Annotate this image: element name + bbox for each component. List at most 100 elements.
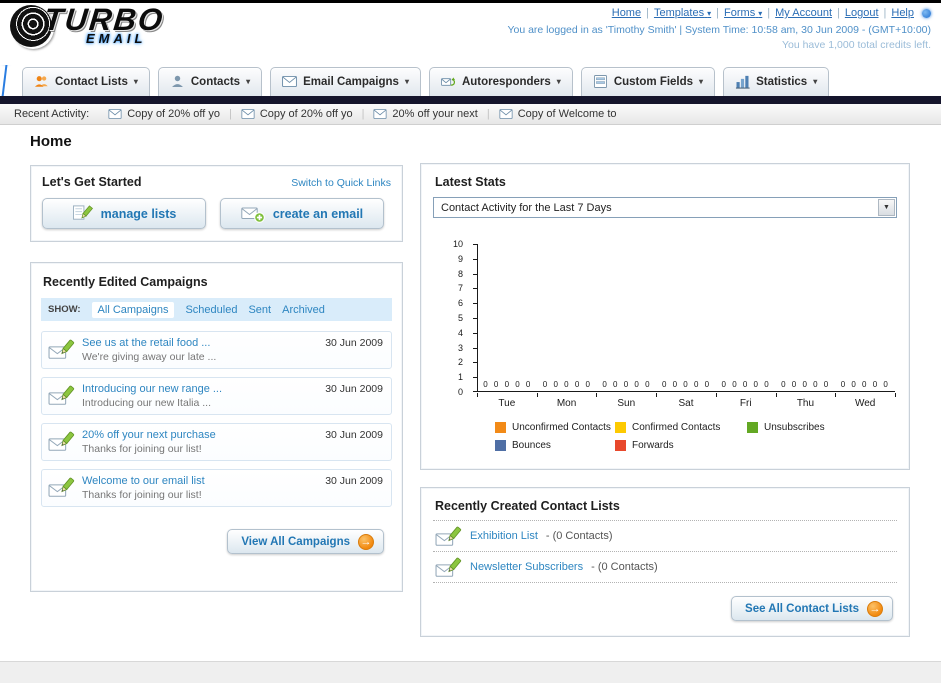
logo-title: TURBO [42, 2, 167, 37]
contact-list-count: - (0 Contacts) [545, 530, 613, 542]
campaign-title-link[interactable]: Welcome to our email list [82, 475, 318, 487]
link-my-account[interactable]: My Account [775, 7, 832, 19]
bar-value-labels: 0 0 0 0 0 [781, 380, 831, 389]
stats-period-select[interactable]: Contact Activity for the Last 7 Days ▼ [433, 197, 897, 218]
contact-activity-chart: 0 1 2 3 4 5 6 7 8 9 10 0 0 0 0 00 0 0 0 00 0 0 0 0… [433, 234, 897, 452]
arrow-right-icon: → [358, 533, 374, 550]
link-templates[interactable]: Templates ▾ [654, 7, 711, 19]
see-all-contact-lists-button[interactable]: See All Contact Lists → [731, 596, 893, 621]
campaign-title-link[interactable]: See us at the retail food ... [82, 337, 318, 349]
switch-quick-links-link[interactable]: Switch to Quick Links [291, 177, 391, 189]
bar-value-labels: 0 0 0 0 0 [840, 380, 890, 389]
link-help[interactable]: Help [891, 7, 914, 19]
nav-tab-contact-lists[interactable]: Contact Lists ▾ [22, 67, 150, 96]
link-forms[interactable]: Forms ▾ [724, 7, 762, 19]
view-all-campaigns-button[interactable]: View All Campaigns → [227, 529, 384, 554]
login-info: You are logged in as 'Timothy Smith' | S… [507, 24, 931, 36]
recent-activity-label: Recent Activity: [14, 108, 90, 120]
chart-category-column: 0 0 0 0 0 [657, 244, 717, 391]
envelope-icon [108, 109, 122, 119]
envelope-pencil-icon [48, 431, 75, 454]
campaign-title-link[interactable]: 20% off your next purchase [82, 429, 318, 441]
button-label: create an email [272, 206, 364, 221]
nav-tab-label: Contacts [190, 75, 241, 88]
recent-activity-text: Copy of 20% off yo [127, 108, 220, 120]
campaign-filter-tab-scheduled[interactable]: Scheduled [185, 304, 237, 316]
campaign-filter-tab-all[interactable]: All Campaigns [91, 301, 175, 318]
chevron-down-icon: ▾ [556, 77, 561, 86]
link-logout[interactable]: Logout [845, 7, 879, 19]
chart-category-column: 0 0 0 0 0 [835, 244, 895, 391]
recent-activity-item[interactable]: 20% off your next [364, 108, 486, 120]
contact-list-link[interactable]: Newsletter Subscribers [470, 561, 583, 573]
campaign-date: 30 Jun 2009 [325, 337, 383, 349]
contact-list-item[interactable]: Newsletter Subscribers - (0 Contacts) [433, 552, 897, 583]
get-started-title: Let's Get Started [42, 175, 142, 189]
campaign-row[interactable]: Welcome to our email list Thanks for joi… [41, 469, 392, 507]
campaign-date: 30 Jun 2009 [325, 383, 383, 395]
x-axis-tick [895, 393, 896, 397]
campaign-subtitle: Thanks for joining our list! [82, 443, 202, 455]
envelope-icon [241, 109, 255, 119]
campaign-filter-tabs: SHOW: All Campaigns Scheduled Sent Archi… [41, 298, 392, 321]
campaign-title-link[interactable]: Introducing our new range ... [82, 383, 318, 395]
contact-lists-panel-title: Recently Created Contact Lists [433, 497, 897, 521]
nav-tab-autoresponders[interactable]: Autoresponders ▾ [428, 67, 573, 96]
x-axis-tick [775, 393, 777, 397]
y-axis-tick-label: 0 [457, 387, 463, 397]
recent-activity-item[interactable]: Copy of 20% off yo [232, 108, 362, 120]
nav-tab-contacts[interactable]: Contacts ▾ [157, 67, 263, 96]
contact-list-item[interactable]: Exhibition List - (0 Contacts) [433, 521, 897, 552]
chevron-down-icon: ▾ [707, 9, 712, 18]
campaign-filter-tab-archived[interactable]: Archived [282, 304, 325, 316]
nav-tab-custom-fields[interactable]: Custom Fields ▾ [580, 67, 716, 96]
campaign-row[interactable]: 20% off your next purchase Thanks for jo… [41, 423, 392, 461]
legend-label: Unsubscribes [764, 422, 825, 433]
app-logo[interactable]: TURBO EMAIL [10, 2, 167, 47]
status-dot-icon [922, 8, 931, 18]
campaign-row[interactable]: See us at the retail food ... We're givi… [41, 331, 392, 369]
envelope-pencil-icon [48, 385, 75, 408]
main-navigation: Contact Lists ▾ Contacts ▾ Email Campaig… [0, 65, 941, 104]
header-links: Home | Templates ▾ | Forms ▾ | My Accoun… [507, 7, 931, 19]
legend-swatch-icon [495, 440, 506, 451]
envelope-pencil-icon [48, 477, 75, 500]
bar-value-labels: 0 0 0 0 0 [721, 380, 771, 389]
contact-list-link[interactable]: Exhibition List [470, 530, 538, 542]
arrow-right-icon: → [867, 600, 883, 617]
latest-stats-panel: Latest Stats Contact Activity for the La… [420, 163, 910, 470]
button-label: See All Contact Lists [745, 602, 859, 615]
chart-category-column: 0 0 0 0 0 [538, 244, 598, 391]
recent-activity-text: Copy of 20% off yo [259, 108, 353, 120]
y-axis-tick-label: 9 [457, 253, 463, 264]
header: TURBO EMAIL Home | Templates ▾ | Forms ▾… [0, 2, 941, 65]
x-axis-tick [715, 393, 717, 397]
x-axis-tick-label: Tue [498, 398, 516, 409]
contacts-icon [170, 74, 185, 89]
y-axis-tick-label: 2 [457, 357, 463, 368]
link-separator: | [883, 7, 887, 19]
nav-tab-label: Custom Fields [613, 75, 694, 88]
recent-activity-item[interactable]: Copy of 20% off yo [99, 108, 229, 120]
bar-value-labels: 0 0 0 0 0 [483, 380, 533, 389]
get-started-panel: Let's Get Started Switch to Quick Links … [30, 165, 403, 242]
legend-label: Confirmed Contacts [632, 422, 721, 433]
pencil-paper-icon [72, 204, 93, 223]
y-axis-tick-label: 5 [457, 313, 463, 323]
campaign-filter-tab-sent[interactable]: Sent [248, 304, 271, 316]
campaigns-panel-title: Recently Edited Campaigns [43, 275, 208, 289]
link-home[interactable]: Home [612, 7, 641, 19]
chevron-down-icon: ▾ [404, 77, 409, 86]
recent-activity-item[interactable]: Copy of Welcome to [490, 108, 626, 120]
chevron-down-icon: ▾ [758, 9, 763, 18]
legend-item: Unconfirmed Contacts [495, 422, 615, 433]
x-axis-tick-label: Thu [796, 398, 815, 409]
nav-tab-email-campaigns[interactable]: Email Campaigns ▾ [270, 67, 421, 96]
create-email-button[interactable]: create an email [220, 198, 384, 229]
manage-lists-button[interactable]: manage lists [42, 198, 206, 229]
recently-created-contact-lists-panel: Recently Created Contact Lists Exhibitio… [420, 487, 910, 637]
nav-tab-statistics[interactable]: Statistics ▾ [723, 67, 830, 96]
y-axis-tick [473, 391, 478, 392]
campaign-row[interactable]: Introducing our new range ... Introducin… [41, 377, 392, 415]
nav-tab-label: Autoresponders [461, 75, 551, 88]
